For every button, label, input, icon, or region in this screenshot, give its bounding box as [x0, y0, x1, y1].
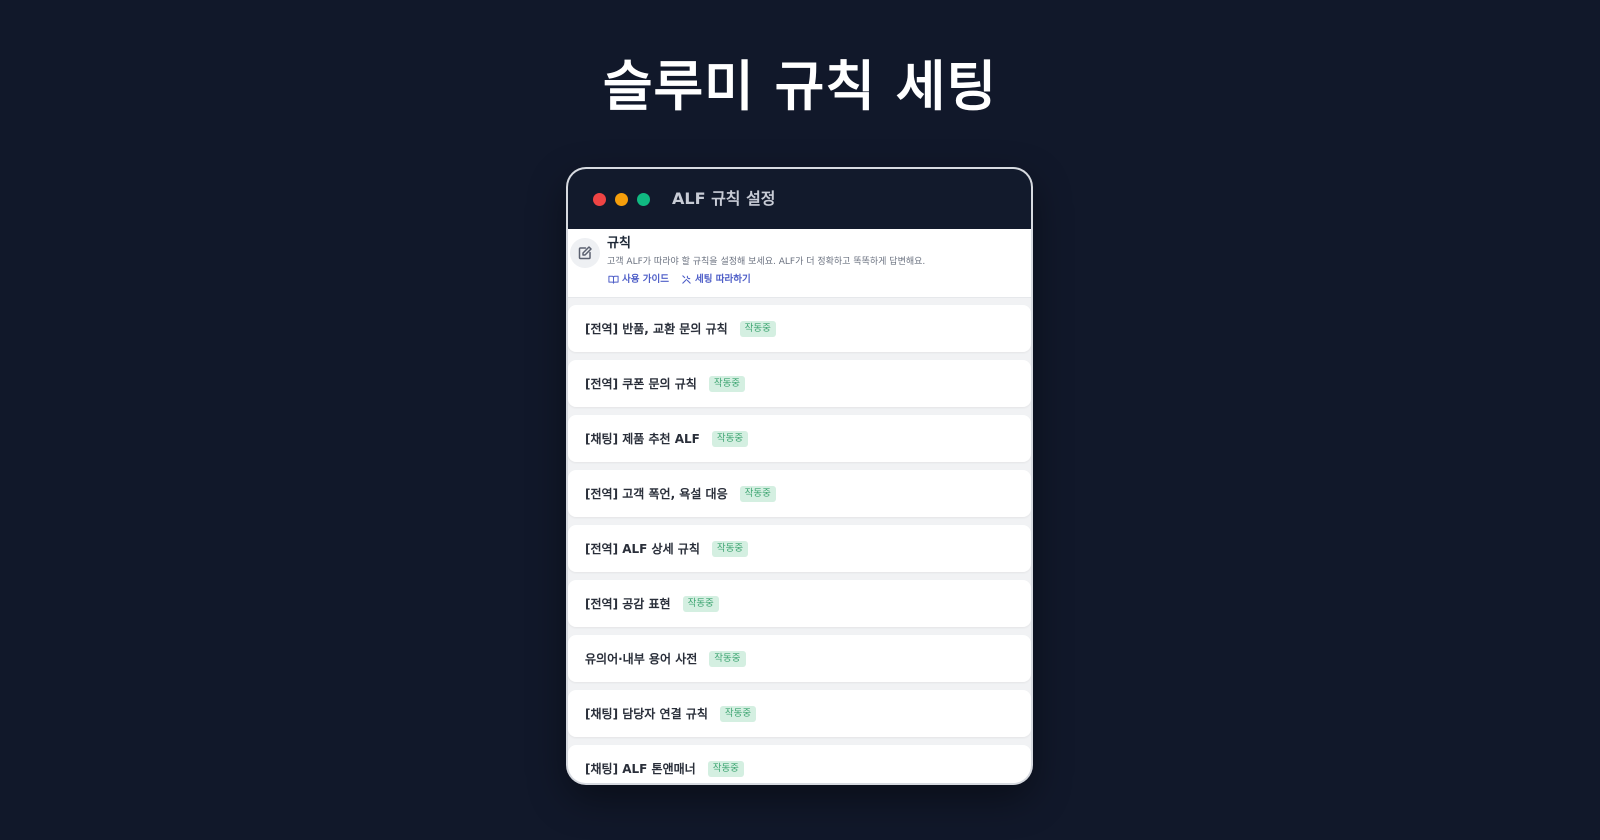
- usage-guide-label: 사용 가이드: [622, 274, 670, 285]
- status-badge: 작동중: [711, 540, 749, 557]
- status-badge: 작동중: [682, 595, 719, 612]
- page-title: 슬루미 규칙 세팅: [602, 55, 998, 118]
- book-icon: [608, 275, 619, 284]
- rule-name: [전역] 공감 표현: [585, 596, 671, 611]
- status-badge: 작동중: [719, 705, 757, 722]
- status-badge: 작동중: [709, 650, 746, 667]
- tools-icon: [682, 275, 691, 284]
- rule-item[interactable]: [채팅] 제품 추천 ALF 작동중: [568, 415, 1031, 462]
- rule-name: [전역] 쿠폰 문의 규칙: [585, 376, 697, 391]
- rules-links: 사용 가이드 세팅 따라하기: [608, 273, 751, 286]
- rule-item[interactable]: [채팅] ALF 톤앤매너 작동중: [568, 745, 1031, 783]
- rules-header: 규칙 고객 ALF가 따라야 할 규칙을 설정해 보세요. ALF가 더 정확하…: [568, 229, 1031, 298]
- status-badge: 작동중: [711, 430, 749, 447]
- setting-tutorial-link[interactable]: 세팅 따라하기: [681, 273, 751, 286]
- rule-name: [전역] 고객 폭언, 욕설 대응: [585, 486, 728, 501]
- rule-item[interactable]: [채팅] 담당자 연결 규칙 작동중: [568, 690, 1031, 737]
- status-badge: 작동중: [739, 485, 776, 502]
- rule-name: 유의어·내부 용어 사전: [585, 651, 698, 666]
- status-badge: 작동중: [708, 375, 746, 392]
- rule-item[interactable]: [전역] ALF 상세 규칙 작동중: [568, 525, 1031, 572]
- rules-list: [전역] 반품, 교환 문의 규칙 작동중 [전역] 쿠폰 문의 규칙 작동중 …: [568, 305, 1031, 783]
- rules-heading: 규칙: [607, 236, 631, 251]
- rule-item[interactable]: 유의어·내부 용어 사전 작동중: [568, 635, 1031, 682]
- rule-item[interactable]: [전역] 쿠폰 문의 규칙 작동중: [568, 360, 1031, 407]
- rule-name: [전역] 반품, 교환 문의 규칙: [585, 321, 728, 336]
- rule-name: [전역] ALF 상세 규칙: [585, 541, 700, 556]
- rules-window: ALF 규칙 설정 규칙 고객 ALF가 따라야 할 규칙을 설정해 보세요. …: [568, 169, 1031, 783]
- minimize-window-button[interactable]: [615, 193, 628, 206]
- setting-tutorial-label: 세팅 따라하기: [695, 274, 751, 285]
- window-titlebar: ALF 규칙 설정: [568, 169, 1031, 229]
- rule-name: [채팅] ALF 톤앤매너: [585, 761, 696, 776]
- window-title: ALF 규칙 설정: [672, 189, 776, 208]
- usage-guide-link[interactable]: 사용 가이드: [608, 273, 669, 286]
- rule-item[interactable]: [전역] 고객 폭언, 욕설 대응 작동중: [568, 470, 1031, 517]
- edit-icon[interactable]: [570, 238, 600, 268]
- close-window-button[interactable]: [593, 193, 606, 206]
- rule-item[interactable]: [전역] 공감 표현 작동중: [568, 580, 1031, 627]
- rules-description: 고객 ALF가 따라야 할 규칙을 설정해 보세요. ALF가 더 정확하고 똑…: [607, 257, 926, 267]
- maximize-window-button[interactable]: [637, 193, 650, 206]
- rule-item[interactable]: [전역] 반품, 교환 문의 규칙 작동중: [568, 305, 1031, 352]
- status-badge: 작동중: [707, 760, 744, 777]
- rule-name: [채팅] 담당자 연결 규칙: [585, 706, 708, 721]
- status-badge: 작동중: [739, 320, 776, 337]
- rule-name: [채팅] 제품 추천 ALF: [585, 431, 700, 446]
